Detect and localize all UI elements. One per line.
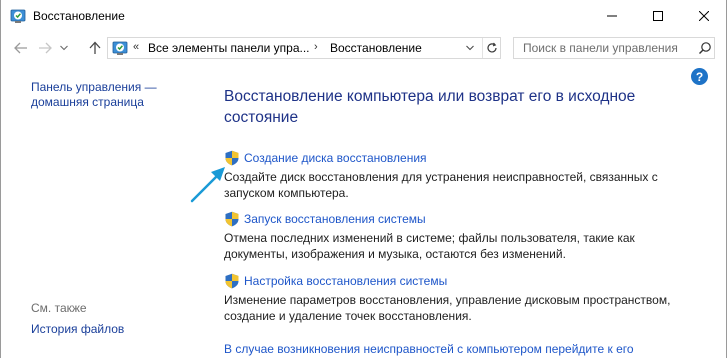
forward-button[interactable] [35, 39, 55, 57]
recovery-app-icon [10, 9, 26, 23]
create-recovery-drive-link[interactable]: Создание диска восстановления [244, 151, 427, 165]
uac-shield-icon [225, 273, 239, 289]
search-icon[interactable] [698, 41, 712, 55]
task-description: Отмена последних изменений в системе; фа… [224, 231, 635, 261]
minimize-icon [607, 15, 617, 16]
recovery-window: Восстановление « Все элементы панели упр… [0, 0, 727, 358]
chevron-down-icon [60, 45, 68, 51]
see-also-heading: См. также [31, 301, 87, 315]
breadcrumb-all-items[interactable]: Все элементы панели упра... [148, 41, 310, 55]
breadcrumb-recovery[interactable]: Восстановление [330, 41, 422, 55]
close-icon [699, 10, 709, 21]
window-title: Восстановление [33, 9, 125, 23]
page-title: Восстановление компьютера или возврат ег… [224, 88, 636, 126]
task-description: Создайте диск восстановления для устране… [224, 170, 658, 200]
breadcrumb-separator-icon[interactable]: › [314, 41, 318, 53]
refresh-button[interactable] [482, 38, 500, 58]
address-bar[interactable]: « Все элементы панели упра... › Восстано… [107, 37, 501, 59]
search-box[interactable] [513, 37, 715, 59]
up-button[interactable] [85, 39, 105, 57]
arrow-left-icon [14, 42, 27, 54]
sidebar: Панель управления — домашняя страница [31, 80, 201, 110]
chevron-down-icon [466, 45, 474, 51]
file-history-link[interactable]: История файлов [31, 322, 124, 336]
search-input[interactable] [514, 38, 694, 58]
minimize-button[interactable] [589, 0, 635, 31]
home-link-line1: Панель управления — [31, 80, 157, 94]
home-link-line2: домашняя страница [31, 95, 144, 109]
task-create-recovery-drive: Создание диска восстановления Создайте д… [224, 150, 704, 201]
close-button[interactable] [681, 0, 726, 31]
address-dropdown-button[interactable] [460, 38, 480, 58]
arrow-up-icon [89, 41, 101, 54]
back-button[interactable] [11, 39, 31, 57]
control-panel-home-link[interactable]: Панель управления — домашняя страница [31, 80, 201, 110]
navigation-bar: « Все элементы панели упра... › Восстано… [1, 31, 726, 65]
task-configure-system-restore: Настройка восстановления системы Изменен… [224, 273, 704, 324]
open-system-restore-link[interactable]: Запуск восстановления системы [244, 212, 426, 226]
configure-system-restore-link[interactable]: Настройка восстановления системы [244, 274, 447, 288]
title-bar: Восстановление [1, 0, 726, 31]
task-description: Изменение параметров восстановления, упр… [224, 293, 671, 323]
annotation-arrow-icon [190, 167, 225, 203]
uac-shield-icon [225, 211, 239, 227]
maximize-button[interactable] [635, 0, 681, 31]
advanced-recovery-link[interactable]: В случае возникновения неисправностей с … [224, 342, 634, 356]
task-open-system-restore: Запуск восстановления системы Отмена пос… [224, 211, 704, 262]
control-panel-icon [112, 41, 128, 55]
recent-locations-button[interactable] [57, 39, 71, 57]
help-button[interactable]: ? [691, 68, 708, 85]
breadcrumb-overflow[interactable]: « [133, 41, 139, 53]
refresh-icon [486, 42, 497, 53]
arrow-right-icon [39, 42, 52, 54]
maximize-icon [653, 10, 663, 21]
